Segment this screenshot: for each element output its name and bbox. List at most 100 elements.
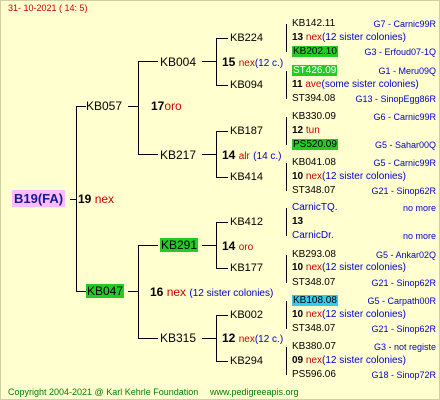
gen3-suffix: nex (305, 171, 323, 182)
gen4-name[interactable]: ST348.07 (292, 277, 335, 289)
gen4-name[interactable]: ST394.08 (292, 93, 335, 105)
root-node[interactable]: B19(FA) (12, 190, 66, 207)
gen3-note: (12 sister colonies) (322, 171, 406, 182)
gen2-node-kb004[interactable]: KB004 (160, 55, 196, 69)
gen3-suffix: nex (305, 32, 323, 43)
gen3-num: 10 (292, 262, 304, 273)
gen3-node-kb294[interactable]: KB294 (230, 355, 263, 367)
gen2-info: 12 nex(12 c.) (222, 331, 283, 347)
gen4-name[interactable]: ST348.07 (292, 185, 335, 197)
gen4-name-text: KB202.10 (292, 46, 338, 57)
gen2-num: 14 (222, 148, 236, 162)
gen2-num: 15 (222, 55, 236, 69)
gen4-name[interactable]: KB330.09 (292, 111, 336, 123)
gen1-num: 17 (151, 99, 165, 113)
gen4-ref: G21 - Sinop62R (371, 278, 436, 288)
gen4-name[interactable]: KB293.08 (292, 249, 336, 261)
gen3-suffix: nex (305, 262, 323, 273)
gen3-num: 09 (292, 355, 304, 366)
gen3-name: KB294 (230, 355, 264, 367)
root-info: 19 nex (78, 192, 114, 206)
gen4-name[interactable]: PS520.09 (292, 139, 338, 151)
gen2-suffix: oro (238, 242, 254, 253)
gen4-name[interactable]: KB202.10 (292, 46, 338, 58)
gen4-ref: G5 - Ankar02Q (375, 250, 436, 260)
gen3-node-kb187[interactable]: KB187 (230, 125, 263, 137)
gen1-note: (12 sister colonies) (189, 288, 274, 299)
gen3-num: 13 (292, 32, 304, 43)
root-name: B19(FA) (12, 190, 66, 207)
gen2-suffix: nex (238, 334, 255, 345)
gen2-num: 12 (222, 331, 236, 345)
gen4-name[interactable]: ST348.07 (292, 323, 335, 335)
gen3-name: KB002 (230, 309, 264, 321)
gen4-ref: G5 - Carpath00R (367, 296, 436, 306)
gen3-name: KB177 (230, 262, 264, 274)
gen3-info: 13 nex(12 sister colonies) (292, 32, 406, 44)
gen4-name[interactable]: ST426.09 (292, 65, 338, 77)
gen2-suffix: alr (238, 151, 250, 162)
gen3-node-kb094[interactable]: KB094 (230, 79, 263, 91)
gen4-name[interactable]: KB380.07 (292, 341, 336, 353)
gen2-suffix: nex (238, 58, 255, 69)
gen4-ref: G21 - Sinop62R (371, 186, 436, 196)
gen3-num: 10 (292, 309, 304, 320)
gen4-name[interactable]: KB041.08 (292, 157, 336, 169)
footer-url[interactable]: www.pedigreeapis.org (210, 386, 299, 398)
gen1-suffix: nex (166, 285, 187, 299)
pedigree-frame (0, 0, 440, 400)
gen3-info: 11 ave(some sister colonies) (292, 79, 419, 91)
gen3-name: KB187 (230, 125, 264, 137)
gen4-name[interactable]: PS596.06 (292, 369, 336, 381)
gen4-ref: G3 - Erfoud07-1Q (364, 47, 436, 57)
gen3-node-kb414[interactable]: KB414 (230, 171, 263, 183)
gen4-ref: G5 - Sahar00Q (374, 140, 436, 150)
gen4-ref: G1 - Meru09Q (378, 66, 436, 76)
header-date: 31- 10-2021 ( 14: 5) (8, 3, 88, 13)
gen3-num: 11 (292, 79, 303, 90)
gen3-info: 09 nex(12 sister colonies) (292, 355, 406, 367)
gen4-ref: G21 - Sinop62R (371, 324, 436, 334)
gen2-node-kb315[interactable]: KB315 (160, 331, 196, 345)
gen3-num: 13 (292, 216, 304, 227)
gen2-note: (14 c.) (253, 151, 282, 162)
gen2-info: 14 oro (222, 239, 253, 255)
gen2-note: (12 c.) (254, 334, 284, 345)
gen1-info: 17oro (151, 99, 182, 113)
gen1-info: 16 nex (12 sister colonies) (150, 285, 273, 301)
gen3-num: 10 (292, 171, 304, 182)
gen3-node-kb224[interactable]: KB224 (230, 32, 263, 44)
gen4-name-text: PS520.09 (292, 139, 338, 150)
gen3-node-kb412[interactable]: KB412 (230, 216, 263, 228)
gen4-name-text: ST426.09 (292, 65, 338, 76)
gen2-node-kb217[interactable]: KB217 (160, 148, 196, 162)
gen3-name: KB414 (230, 171, 264, 183)
gen1-num: 16 (150, 285, 164, 299)
gen3-note: (12 sister colonies) (322, 32, 406, 43)
gen3-info: 10 nex(12 sister colonies) (292, 262, 406, 274)
gen4-ref: G18 - Sinop72R (371, 370, 436, 380)
gen2-name: KB315 (160, 331, 197, 345)
gen3-node-kb002[interactable]: KB002 (230, 309, 263, 321)
gen4-name[interactable]: CarnicTQ. (292, 202, 338, 214)
gen4-name[interactable]: KB108.08 (292, 295, 338, 307)
gen2-note: (12 c.) (254, 58, 284, 69)
gen3-suffix: nex (305, 309, 323, 320)
gen3-node-kb177[interactable]: KB177 (230, 262, 263, 274)
gen1-node-kb057[interactable]: KB057 (86, 99, 122, 113)
gen3-note: (12 sister colonies) (322, 355, 406, 366)
gen1-node-kb047[interactable]: KB047 (86, 284, 125, 298)
gen3-suffix: ave (305, 79, 322, 90)
gen1-name: KB057 (86, 99, 123, 113)
gen4-name[interactable]: CarnicDr. (292, 230, 334, 242)
root-num: 19 (78, 192, 92, 206)
gen4-ref: G7 - Carnic99R (373, 19, 436, 29)
gen2-name: KB004 (160, 55, 197, 69)
gen2-node-kb291[interactable]: KB291 (160, 238, 199, 252)
gen1-suffix: oro (164, 99, 182, 113)
gen3-note: (some sister colonies) (321, 79, 419, 90)
gen2-name: KB217 (160, 148, 197, 162)
gen4-name[interactable]: KB142.11 (292, 18, 335, 30)
gen1-name: KB047 (86, 284, 125, 298)
gen2-name: KB291 (160, 238, 199, 252)
